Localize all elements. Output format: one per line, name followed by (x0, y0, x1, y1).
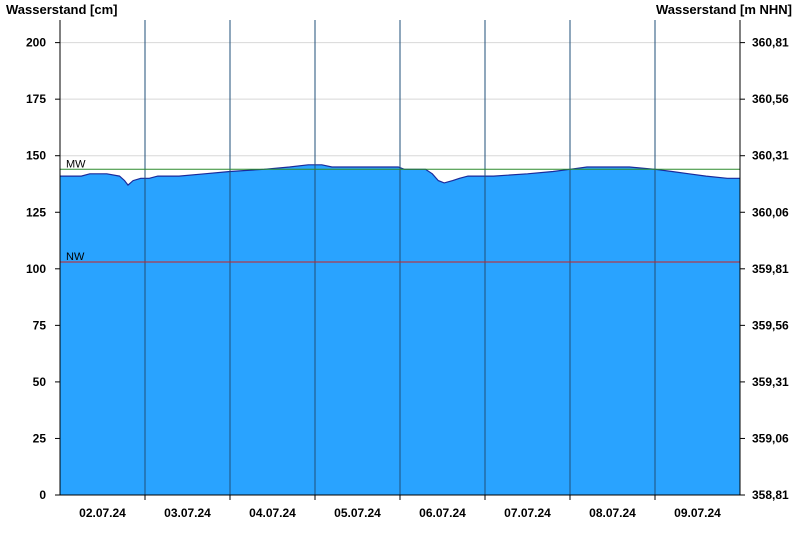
water-level-chart: Wasserstand [cm] Wasserstand [m NHN] MW N… (6, 2, 792, 520)
y-left-tick-label: 200 (26, 36, 46, 50)
y-left-tick-label: 0 (39, 488, 46, 502)
y-right-tick-label: 360,56 (752, 92, 789, 106)
y-left-tick-label: 125 (26, 205, 46, 219)
x-tick-label: 05.07.24 (334, 506, 381, 520)
y-right-tick-label: 358,81 (752, 488, 789, 502)
y-left-tick-label: 100 (26, 262, 46, 276)
y-left-tick-label: 75 (33, 318, 47, 332)
x-tick-label: 04.07.24 (249, 506, 296, 520)
y-right-tick-label: 359,81 (752, 262, 789, 276)
x-tick-label: 03.07.24 (164, 506, 211, 520)
x-tick-label: 02.07.24 (79, 506, 126, 520)
y-right-tick-label: 360,81 (752, 36, 789, 50)
y-left-tick-label: 25 (33, 431, 47, 445)
y-right-tick-label: 359,56 (752, 318, 789, 332)
reference-label-nw: NW (66, 251, 85, 263)
y-right-axis-title: Wasserstand [m NHN] (656, 2, 792, 17)
y-left-tick-label: 175 (26, 92, 46, 106)
y-right-tick-label: 360,06 (752, 205, 789, 219)
y-right-tick-label: 359,06 (752, 431, 789, 445)
x-tick-label: 09.07.24 (674, 506, 721, 520)
y-left-tick-label: 50 (33, 375, 47, 389)
y-left-tick-label: 150 (26, 149, 46, 163)
x-tick-label: 06.07.24 (419, 506, 466, 520)
x-tick-label: 08.07.24 (589, 506, 636, 520)
reference-label-mw: MW (66, 158, 86, 170)
y-right-tick-label: 360,31 (752, 149, 789, 163)
y-left-axis-title: Wasserstand [cm] (6, 2, 118, 17)
x-tick-label: 07.07.24 (504, 506, 551, 520)
y-right-tick-label: 359,31 (752, 375, 789, 389)
